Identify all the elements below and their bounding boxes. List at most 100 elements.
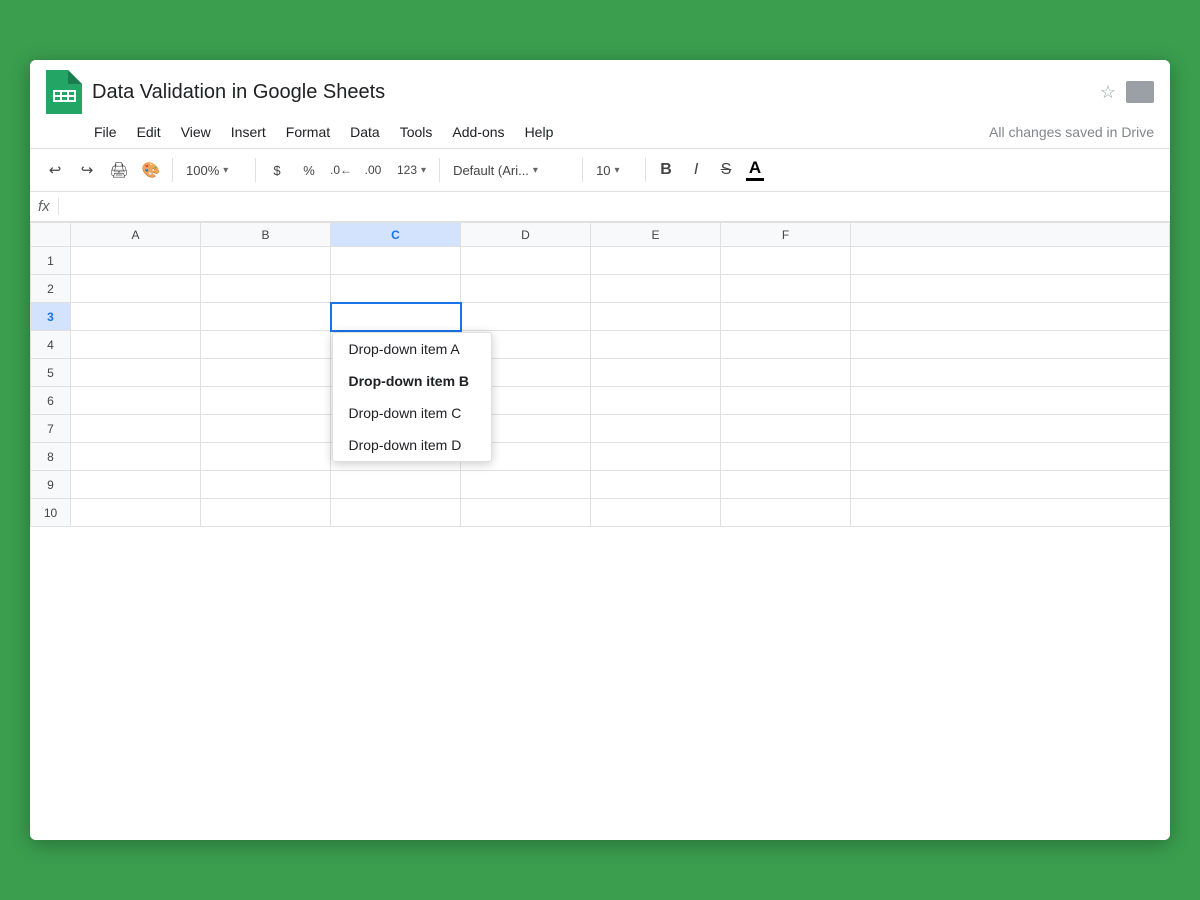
star-icon[interactable]: ☆ bbox=[1100, 82, 1116, 103]
cell-c1[interactable] bbox=[331, 247, 461, 275]
col-header-c[interactable]: C bbox=[331, 223, 461, 247]
menu-addons[interactable]: Add-ons bbox=[444, 120, 512, 144]
underline-button[interactable]: A bbox=[742, 157, 768, 184]
cell-b6[interactable] bbox=[201, 387, 331, 415]
formula-input[interactable] bbox=[67, 199, 1162, 214]
cell-a8[interactable] bbox=[71, 443, 201, 471]
cell-f5[interactable] bbox=[721, 359, 851, 387]
menu-insert[interactable]: Insert bbox=[223, 120, 274, 144]
cell-a7[interactable] bbox=[71, 415, 201, 443]
cell-b2[interactable] bbox=[201, 275, 331, 303]
row-header-2[interactable]: 2 bbox=[31, 275, 71, 303]
cell-e2[interactable] bbox=[591, 275, 721, 303]
cell-f3[interactable] bbox=[721, 303, 851, 331]
row-header-8[interactable]: 8 bbox=[31, 443, 71, 471]
cell-f9[interactable] bbox=[721, 471, 851, 499]
cell-extra-3[interactable] bbox=[851, 303, 1170, 331]
cell-b3[interactable] bbox=[201, 303, 331, 331]
cell-e8[interactable] bbox=[591, 443, 721, 471]
font-name-selector[interactable]: Default (Ari... ▾ bbox=[446, 160, 576, 181]
bold-button[interactable]: B bbox=[652, 155, 680, 185]
cell-a10[interactable] bbox=[71, 499, 201, 527]
cell-f7[interactable] bbox=[721, 415, 851, 443]
row-header-5[interactable]: 5 bbox=[31, 359, 71, 387]
col-header-e[interactable]: E bbox=[591, 223, 721, 247]
cell-f8[interactable] bbox=[721, 443, 851, 471]
col-header-b[interactable]: B bbox=[201, 223, 331, 247]
italic-button[interactable]: I bbox=[682, 155, 710, 185]
cell-b7[interactable] bbox=[201, 415, 331, 443]
cell-extra-7[interactable] bbox=[851, 415, 1170, 443]
cell-c9[interactable] bbox=[331, 471, 461, 499]
cell-d9[interactable] bbox=[461, 471, 591, 499]
col-header-extra[interactable] bbox=[851, 223, 1170, 247]
cell-c10[interactable] bbox=[331, 499, 461, 527]
paint-format-button[interactable]: 🎨 bbox=[136, 155, 166, 185]
cell-extra-4[interactable] bbox=[851, 331, 1170, 359]
cell-a9[interactable] bbox=[71, 471, 201, 499]
cell-b9[interactable] bbox=[201, 471, 331, 499]
cell-d3[interactable] bbox=[461, 303, 591, 331]
decimal-increase-button[interactable]: .00 bbox=[358, 155, 388, 185]
cell-extra-1[interactable] bbox=[851, 247, 1170, 275]
cell-f4[interactable] bbox=[721, 331, 851, 359]
print-button[interactable]: 🖨 bbox=[104, 155, 134, 185]
cell-d1[interactable] bbox=[461, 247, 591, 275]
row-header-7[interactable]: 7 bbox=[31, 415, 71, 443]
cell-e4[interactable] bbox=[591, 331, 721, 359]
row-header-10[interactable]: 10 bbox=[31, 499, 71, 527]
cell-e7[interactable] bbox=[591, 415, 721, 443]
cell-e9[interactable] bbox=[591, 471, 721, 499]
decimal-decrease-button[interactable]: .0← bbox=[326, 155, 356, 185]
cell-e1[interactable] bbox=[591, 247, 721, 275]
cell-a1[interactable] bbox=[71, 247, 201, 275]
folder-icon[interactable] bbox=[1126, 81, 1154, 103]
cell-a6[interactable] bbox=[71, 387, 201, 415]
cell-extra-10[interactable] bbox=[851, 499, 1170, 527]
row-header-4[interactable]: 4 bbox=[31, 331, 71, 359]
col-header-d[interactable]: D bbox=[461, 223, 591, 247]
cell-extra-8[interactable] bbox=[851, 443, 1170, 471]
cell-b1[interactable] bbox=[201, 247, 331, 275]
col-header-f[interactable]: F bbox=[721, 223, 851, 247]
cell-f2[interactable] bbox=[721, 275, 851, 303]
cell-c3[interactable]: Drop-down item A Drop-down item B Drop-d… bbox=[331, 303, 461, 331]
currency-format-button[interactable]: $ bbox=[262, 155, 292, 185]
cell-a2[interactable] bbox=[71, 275, 201, 303]
menu-view[interactable]: View bbox=[173, 120, 219, 144]
cell-extra-2[interactable] bbox=[851, 275, 1170, 303]
row-header-1[interactable]: 1 bbox=[31, 247, 71, 275]
row-header-3[interactable]: 3 bbox=[31, 303, 71, 331]
zoom-selector[interactable]: 100% ▾ bbox=[179, 160, 249, 181]
menu-help[interactable]: Help bbox=[517, 120, 562, 144]
menu-edit[interactable]: Edit bbox=[129, 120, 169, 144]
col-header-a[interactable]: A bbox=[71, 223, 201, 247]
cell-e3[interactable] bbox=[591, 303, 721, 331]
cell-c2[interactable] bbox=[331, 275, 461, 303]
dropdown-item-d[interactable]: Drop-down item D bbox=[333, 429, 491, 461]
dropdown-item-c[interactable]: Drop-down item C bbox=[333, 397, 491, 429]
cell-e10[interactable] bbox=[591, 499, 721, 527]
cell-a3[interactable] bbox=[71, 303, 201, 331]
cell-b4[interactable] bbox=[201, 331, 331, 359]
cell-f10[interactable] bbox=[721, 499, 851, 527]
cell-d2[interactable] bbox=[461, 275, 591, 303]
row-header-9[interactable]: 9 bbox=[31, 471, 71, 499]
font-size-selector[interactable]: 10 ▾ bbox=[589, 160, 639, 181]
cell-d10[interactable] bbox=[461, 499, 591, 527]
strikethrough-button[interactable]: S bbox=[712, 155, 740, 185]
menu-data[interactable]: Data bbox=[342, 120, 388, 144]
dropdown-item-a[interactable]: Drop-down item A bbox=[333, 333, 491, 365]
cell-extra-9[interactable] bbox=[851, 471, 1170, 499]
cell-b5[interactable] bbox=[201, 359, 331, 387]
cell-extra-5[interactable] bbox=[851, 359, 1170, 387]
row-header-6[interactable]: 6 bbox=[31, 387, 71, 415]
cell-b10[interactable] bbox=[201, 499, 331, 527]
cell-a5[interactable] bbox=[71, 359, 201, 387]
undo-button[interactable]: ↩ bbox=[40, 155, 70, 185]
cell-f1[interactable] bbox=[721, 247, 851, 275]
cell-b8[interactable] bbox=[201, 443, 331, 471]
redo-button[interactable]: ↪ bbox=[72, 155, 102, 185]
dropdown-item-b[interactable]: Drop-down item B bbox=[333, 365, 491, 397]
menu-format[interactable]: Format bbox=[278, 120, 338, 144]
